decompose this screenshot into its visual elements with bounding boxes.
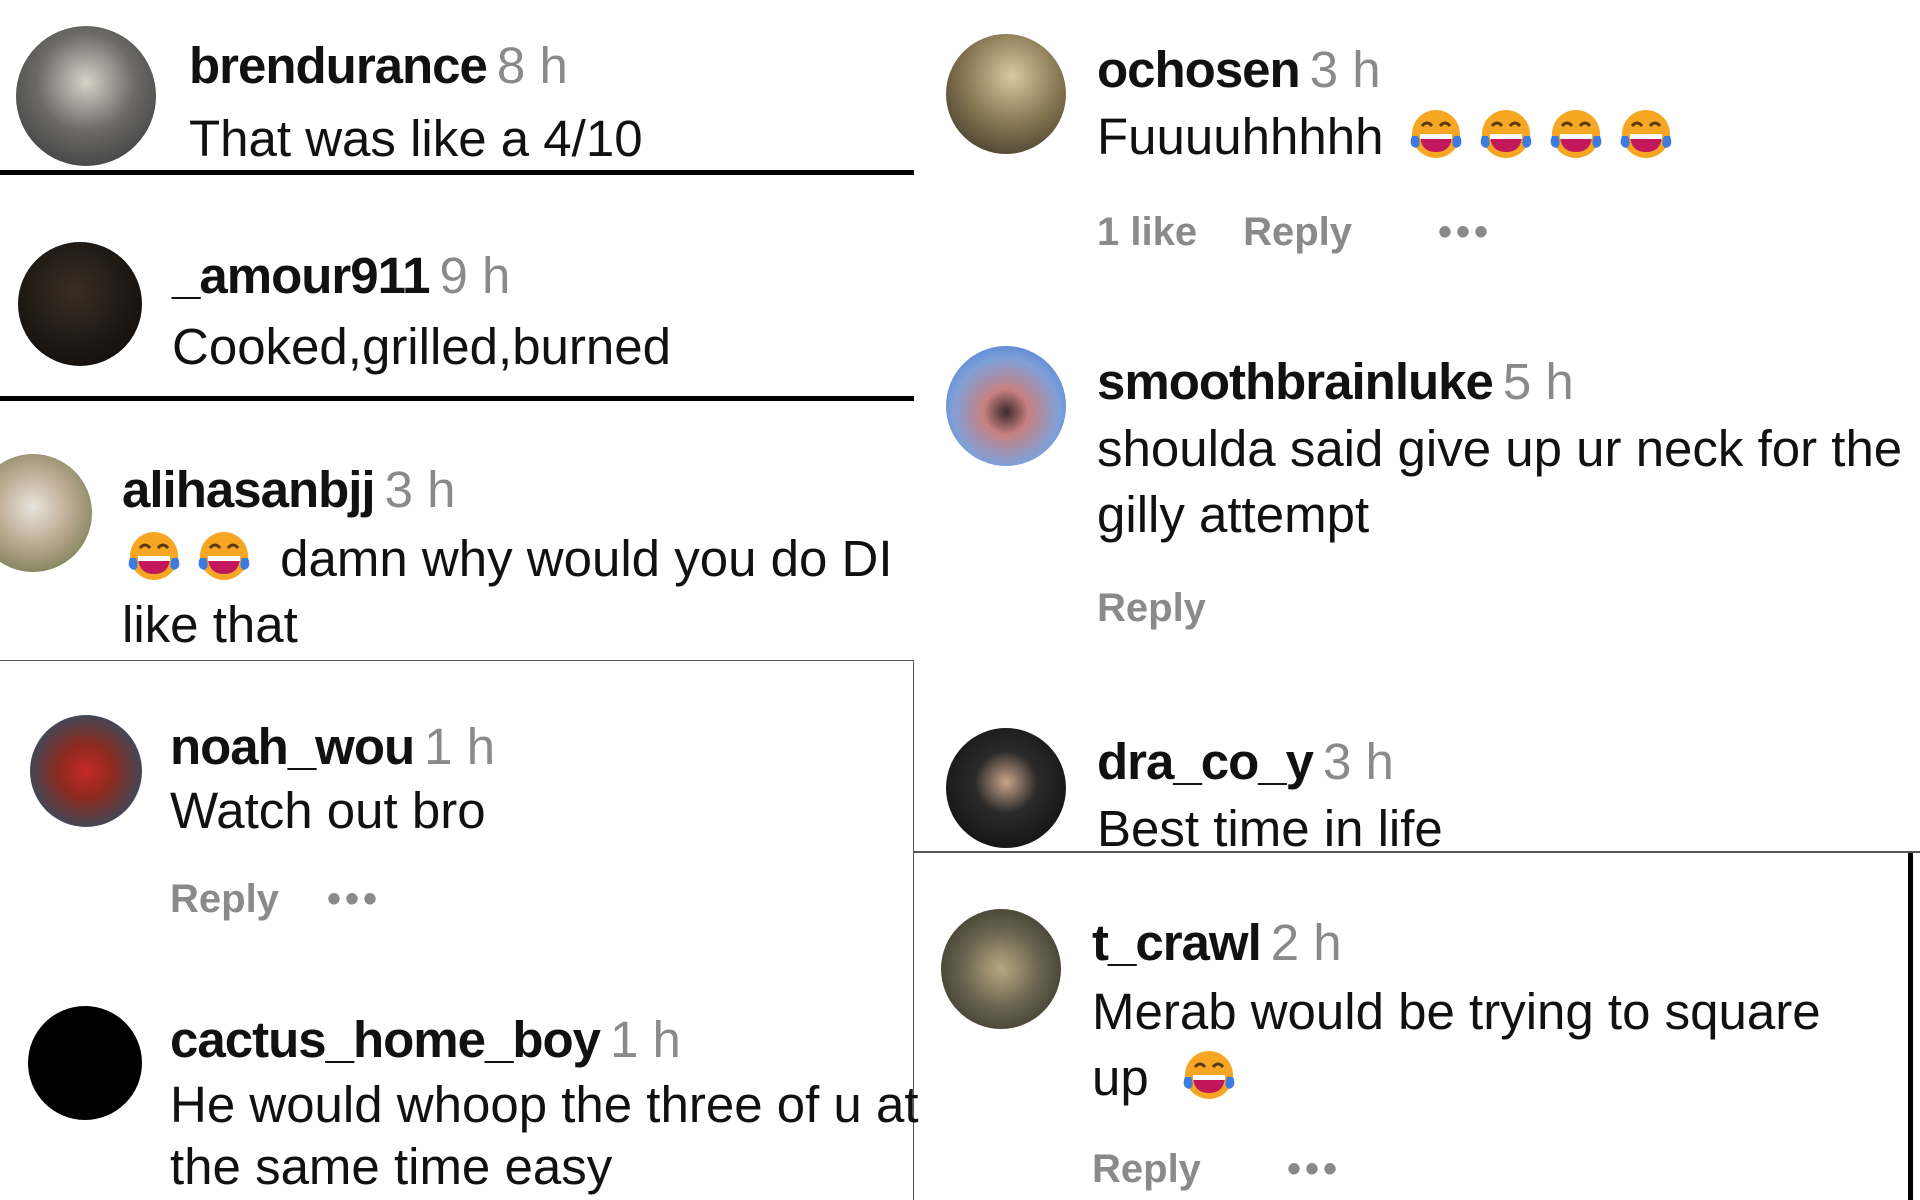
avatar[interactable] — [946, 728, 1066, 848]
comment-header: cactus_home_boy 1 h — [170, 1010, 681, 1070]
timestamp: 1 h — [424, 718, 496, 775]
timestamp: 5 h — [1502, 353, 1574, 410]
comment-t-crawl: t_crawl 2 h Merab would be trying to squa… — [915, 853, 1905, 1200]
comment-actions: Reply ••• — [170, 875, 429, 923]
avatar[interactable] — [30, 715, 142, 827]
comment-actions: 1 like Reply ••• — [1097, 208, 1540, 256]
timestamp: 1 h — [610, 1011, 681, 1068]
laughing-emoji-icon — [1181, 1047, 1237, 1103]
username[interactable]: cactus_home_boy — [170, 1011, 601, 1068]
comment-text-line: like that — [122, 596, 298, 653]
more-options-icon[interactable]: ••• — [327, 875, 381, 923]
reply-button[interactable]: Reply — [1097, 584, 1206, 632]
comment-actions: Reply — [1097, 584, 1254, 632]
comment-text: Cooked,grilled,burned — [172, 318, 671, 375]
more-options-icon[interactable]: ••• — [1438, 208, 1492, 256]
comment-text-line: the same time easy — [170, 1138, 613, 1195]
avatar[interactable] — [0, 454, 92, 572]
username[interactable]: alihasanbjj — [122, 461, 376, 518]
laughing-emoji-icon — [196, 528, 252, 584]
more-options-icon[interactable]: ••• — [1287, 1145, 1341, 1193]
reply-button[interactable]: Reply — [1243, 208, 1352, 256]
timestamp: 9 h — [439, 247, 511, 304]
comment-cactus-home-boy: cactus_home_boy 1 h He would whoop the th… — [0, 960, 919, 1200]
avatar[interactable] — [18, 242, 142, 366]
comment-actions: Reply ••• — [1092, 1145, 1389, 1193]
timestamp: 2 h — [1270, 914, 1342, 971]
comment-brendurance: brendurance 8 h That was like a 4/10 — [0, 0, 914, 175]
comment-header: brendurance 8 h — [189, 36, 568, 96]
avatar[interactable] — [16, 26, 156, 166]
comment-text-line: up — [1092, 1049, 1149, 1106]
comment-text: damn why would you do DI — [126, 526, 893, 592]
comment-text: Watch out bro — [170, 782, 486, 839]
avatar[interactable] — [946, 34, 1066, 154]
comment-dra-co-y: dra_co_y 3 h Best time in life — [915, 660, 1920, 857]
comment-header: dra_co_y 3 h — [1097, 732, 1394, 792]
timestamp: 3 h — [1322, 733, 1394, 790]
username[interactable]: smoothbrainluke — [1097, 353, 1494, 410]
comment-text-line: shoulda said give up ur neck for the — [1097, 420, 1903, 477]
comment-amour911: _amour911 9 h Cooked,grilled,burned — [0, 176, 914, 396]
timestamp: 3 h — [1309, 41, 1381, 98]
comment-header: smoothbrainluke 5 h — [1097, 352, 1574, 412]
comment-alihasanbjj: alihasanbjj 3 h damn why would you do DI … — [0, 402, 914, 660]
laughing-emoji-icon — [1478, 106, 1534, 162]
comment-text: Fuuuuhhhhh — [1097, 104, 1688, 170]
avatar[interactable] — [946, 346, 1066, 466]
laughing-emoji-icon — [1408, 106, 1464, 162]
username[interactable]: t_crawl — [1092, 914, 1262, 971]
comment-header: alihasanbjj 3 h — [122, 460, 456, 520]
laughing-emoji-icon — [126, 528, 182, 584]
timestamp: 3 h — [384, 461, 456, 518]
comment-noah-wou: noah_wou 1 h Watch out bro Reply ••• — [0, 661, 912, 961]
comment-smoothbrainluke: smoothbrainluke 5 h shoulda said give up … — [915, 330, 1920, 660]
comment-text-line: damn why would you do DI — [280, 530, 893, 587]
comment-text-line: He would whoop the three of u at — [170, 1076, 919, 1133]
divider — [0, 170, 914, 175]
comment-ochosen: ochosen 3 h Fuuuuhhhhh 1 like Reply ••• — [915, 0, 1920, 330]
comment-text: up — [1092, 1045, 1251, 1111]
comment-text-line: Fuuuuhhhhh — [1097, 108, 1384, 165]
comment-header: noah_wou 1 h — [170, 717, 495, 777]
username[interactable]: dra_co_y — [1097, 733, 1314, 790]
comment-text-line: Merab would be trying to square — [1092, 983, 1821, 1040]
avatar[interactable] — [941, 909, 1061, 1029]
timestamp: 8 h — [496, 37, 568, 94]
username[interactable]: _amour911 — [172, 247, 431, 304]
username[interactable]: brendurance — [189, 37, 488, 94]
like-count[interactable]: 1 like — [1097, 208, 1197, 256]
panel-border-right — [1908, 853, 1913, 1200]
comment-header: _amour911 9 h — [172, 246, 510, 306]
reply-button[interactable]: Reply — [1092, 1145, 1201, 1193]
username[interactable]: ochosen — [1097, 41, 1301, 98]
comment-header: ochosen 3 h — [1097, 40, 1381, 100]
laughing-emoji-icon — [1548, 106, 1604, 162]
avatar[interactable] — [28, 1006, 142, 1120]
reply-button[interactable]: Reply — [170, 875, 279, 923]
comment-text-line: gilly attempt — [1097, 486, 1370, 543]
username[interactable]: noah_wou — [170, 718, 415, 775]
laughing-emoji-icon — [1618, 106, 1674, 162]
comment-header: t_crawl 2 h — [1092, 913, 1342, 973]
divider — [0, 396, 914, 401]
comment-text: That was like a 4/10 — [189, 110, 643, 167]
